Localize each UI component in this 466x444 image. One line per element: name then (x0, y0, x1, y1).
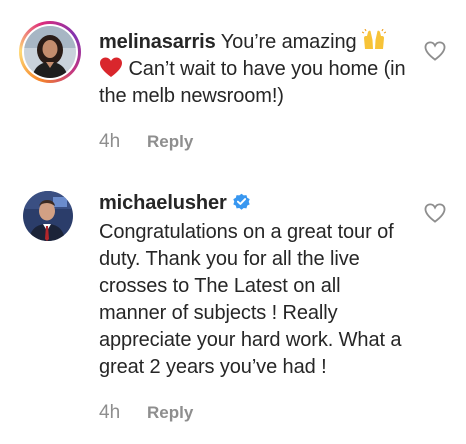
comment-username[interactable]: michaelusher (99, 192, 227, 214)
red-heart-icon (100, 57, 122, 77)
avatar-ring-gap (22, 24, 78, 80)
reply-button[interactable]: Reply (147, 403, 193, 423)
avatar-photo (24, 26, 76, 78)
comment-username[interactable]: melinasarris (99, 31, 216, 53)
raising-hands-icon (361, 28, 387, 49)
red-heart-emoji (99, 57, 123, 80)
comment-text-part: You’re amazing (220, 31, 362, 53)
comment-text: michaelusher Congratulations on a great … (99, 190, 409, 381)
verified-badge (232, 192, 251, 219)
comment-timestamp: 4h (99, 402, 121, 423)
reply-button[interactable]: Reply (147, 132, 193, 152)
avatar (24, 26, 76, 78)
comment-text-part: Congratulations on a great tour of duty.… (99, 221, 402, 378)
like-comment-heart-icon[interactable] (424, 203, 446, 223)
avatar-photo (23, 191, 73, 241)
comment-text: melinasarris You’re amazing Can’t wait t… (99, 28, 409, 110)
avatar[interactable] (23, 191, 73, 241)
comment-meta: 4h Reply (99, 131, 193, 153)
comment-text-part: Can’t wait to have you home (in the melb… (99, 58, 406, 107)
comment-meta: 4h Reply (99, 402, 193, 424)
comment-timestamp: 4h (99, 131, 121, 152)
avatar-story-ring[interactable] (19, 21, 81, 83)
raising-hands-emoji (361, 28, 387, 53)
verified-badge-icon (233, 193, 250, 210)
like-comment-heart-icon[interactable] (424, 41, 446, 61)
